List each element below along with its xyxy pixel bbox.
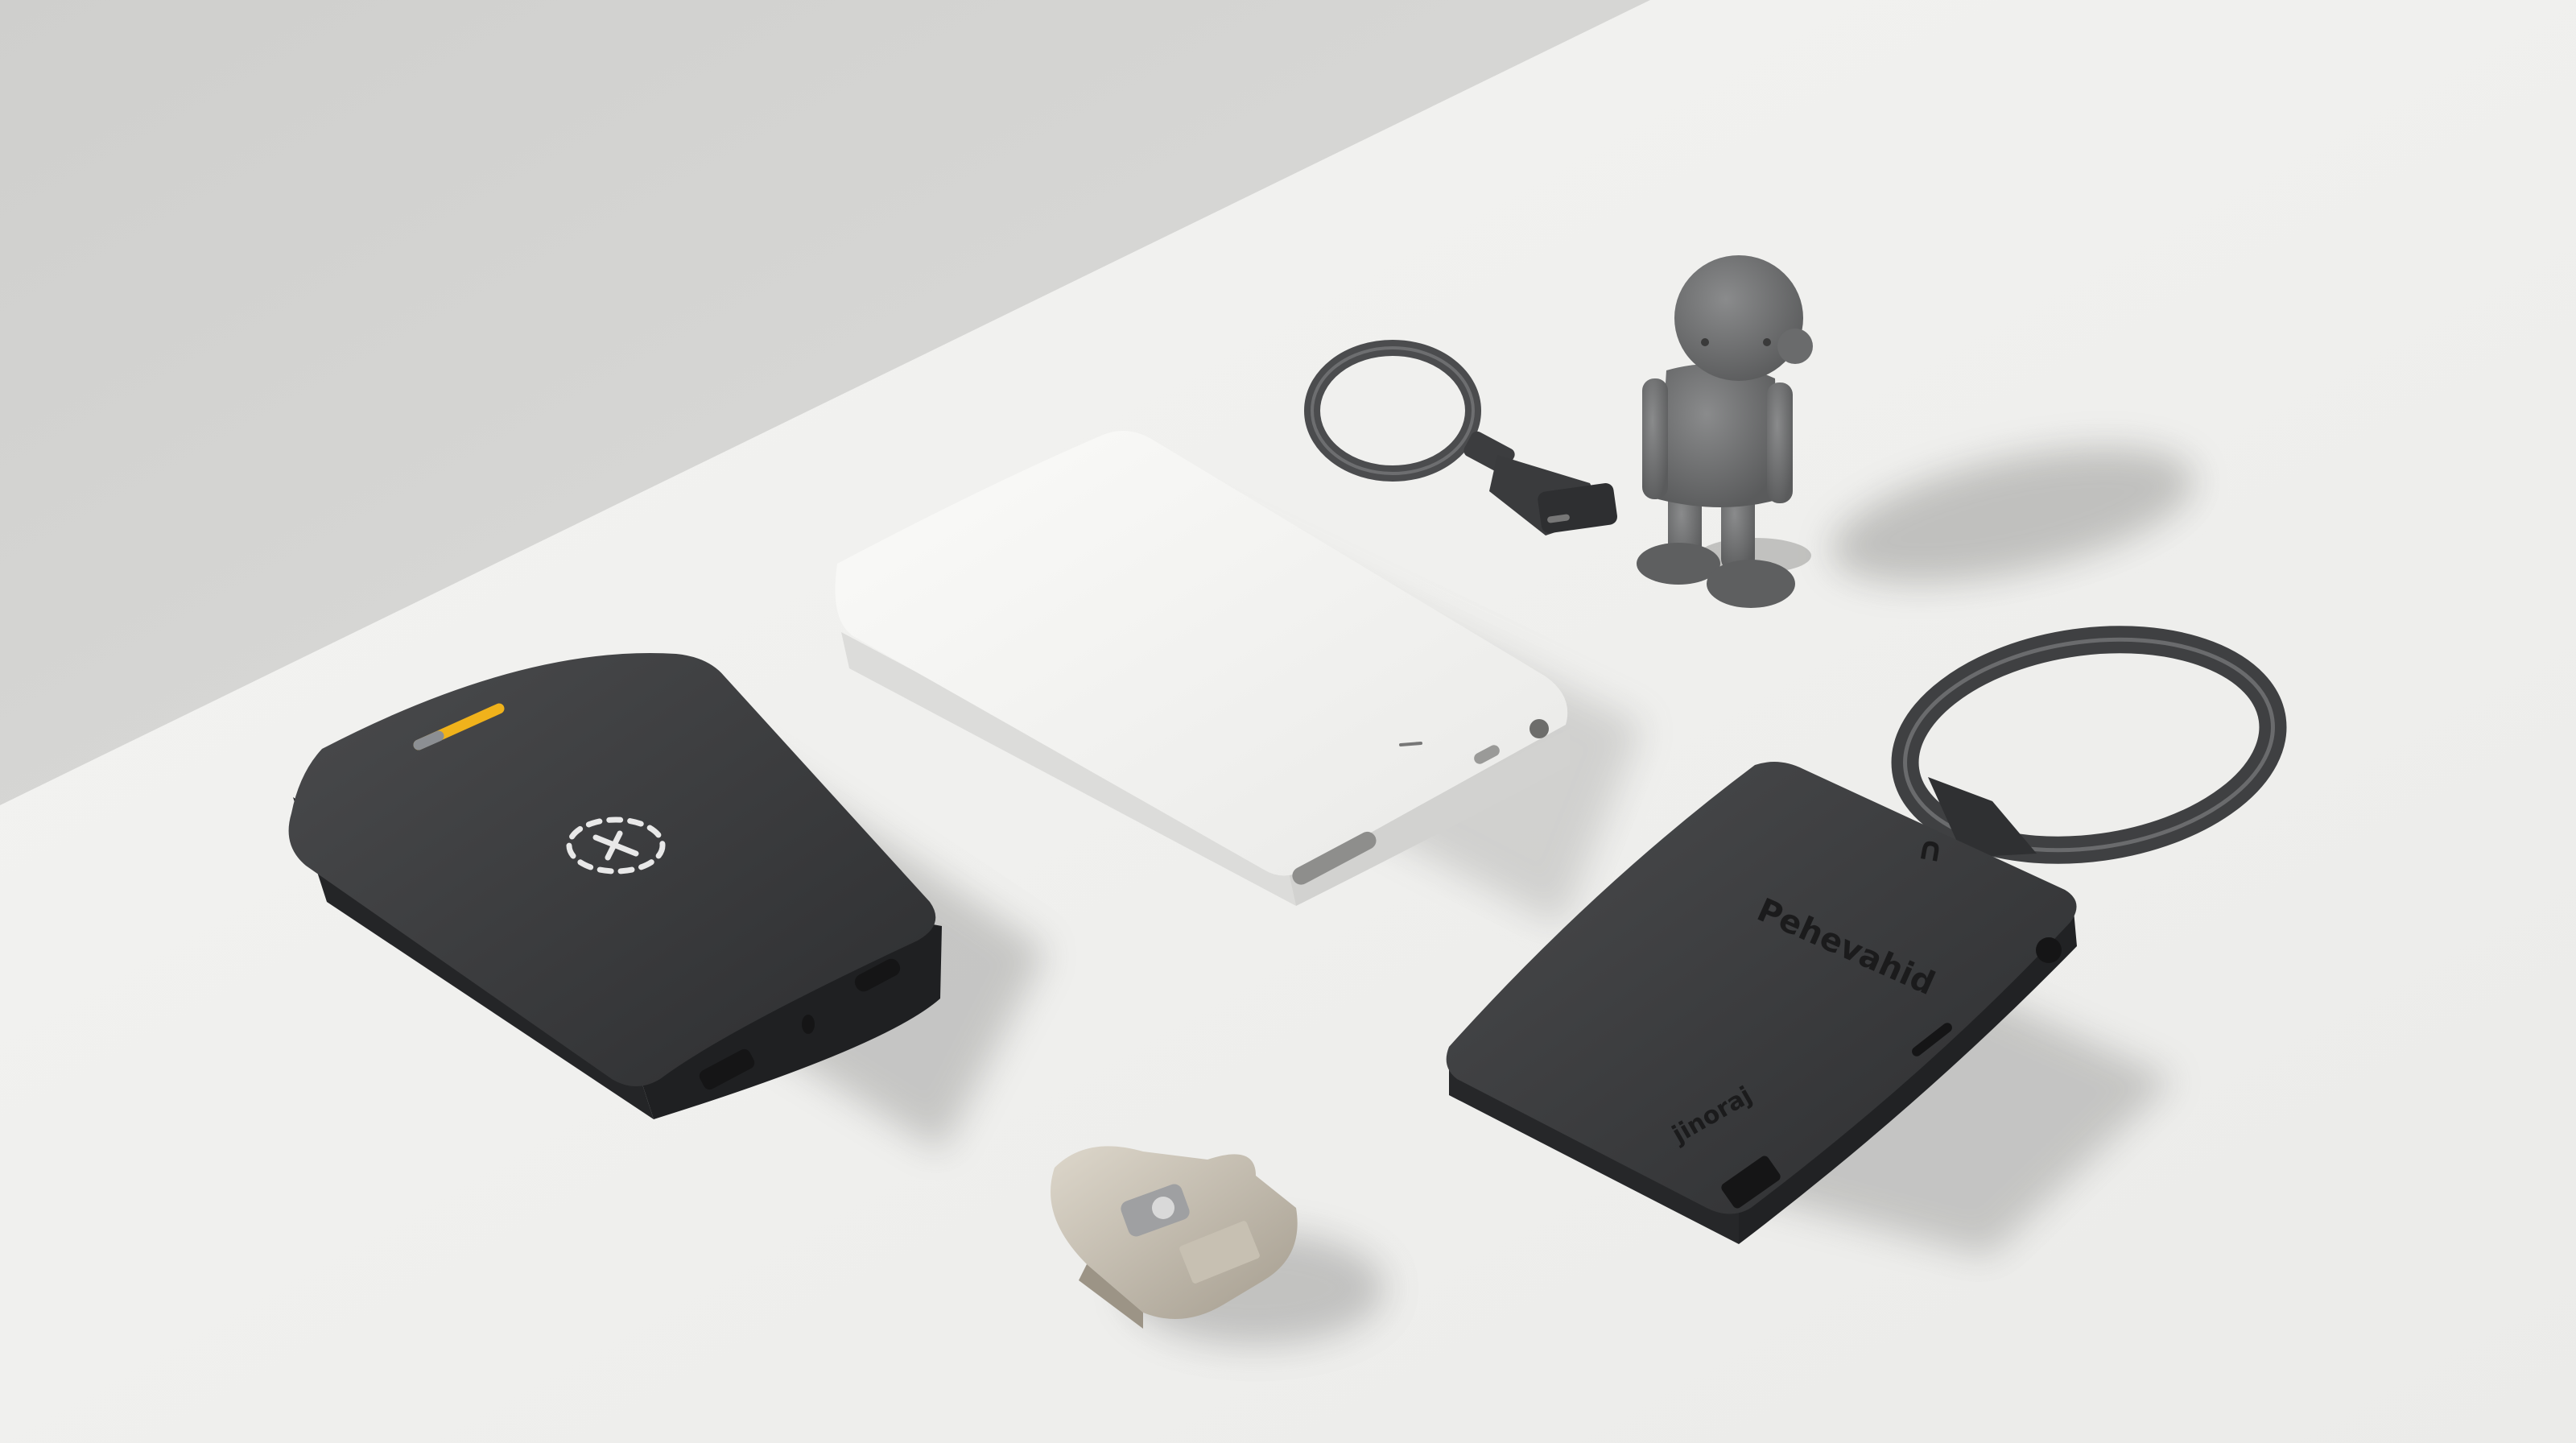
status-line: [1399, 742, 1422, 746]
audio-jack: [1530, 719, 1549, 738]
audio-jack: [2036, 937, 2062, 963]
pinhole-port: [802, 1015, 815, 1034]
product-photo-scene: Pehevahid ∩ jinoraj: [0, 0, 2576, 1443]
